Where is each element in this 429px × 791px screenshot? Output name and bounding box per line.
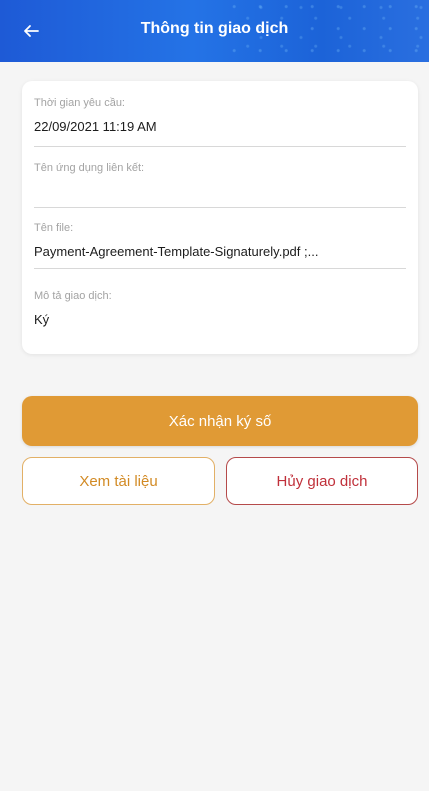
- page-title: Thông tin giao dịch: [140, 20, 289, 37]
- file-name-field: Tên file: Payment-Agreement-Template-Sig…: [34, 221, 406, 269]
- description-field: Mô tả giao dịch: Ký: [34, 289, 406, 328]
- divider: [34, 207, 406, 208]
- file-name-value: Payment-Agreement-Template-Signaturely.p…: [34, 244, 319, 259]
- confirm-sign-button[interactable]: Xác nhận ký số: [22, 396, 418, 446]
- transaction-info-card: Thời gian yêu cầu: 22/09/2021 11:19 AM T…: [22, 81, 418, 354]
- description-label: Mô tả giao dịch:: [34, 290, 112, 302]
- linked-app-label: Tên ứng dụng liên kết:: [34, 162, 145, 174]
- file-name-label: Tên file:: [34, 222, 74, 234]
- app-header: Thông tin giao dịch: [0, 0, 429, 62]
- description-value: Ký: [34, 312, 50, 327]
- cancel-transaction-button[interactable]: Hủy giao dịch: [226, 457, 418, 505]
- request-time-field: Thời gian yêu cầu: 22/09/2021 11:19 AM: [34, 96, 406, 147]
- request-time-value: 22/09/2021 11:19 AM: [34, 119, 157, 134]
- view-document-button[interactable]: Xem tài liệu: [22, 457, 215, 505]
- divider: [34, 268, 406, 269]
- linked-app-field: Tên ứng dụng liên kết:: [34, 161, 406, 208]
- request-time-label: Thời gian yêu cầu:: [34, 97, 125, 109]
- divider: [34, 146, 406, 147]
